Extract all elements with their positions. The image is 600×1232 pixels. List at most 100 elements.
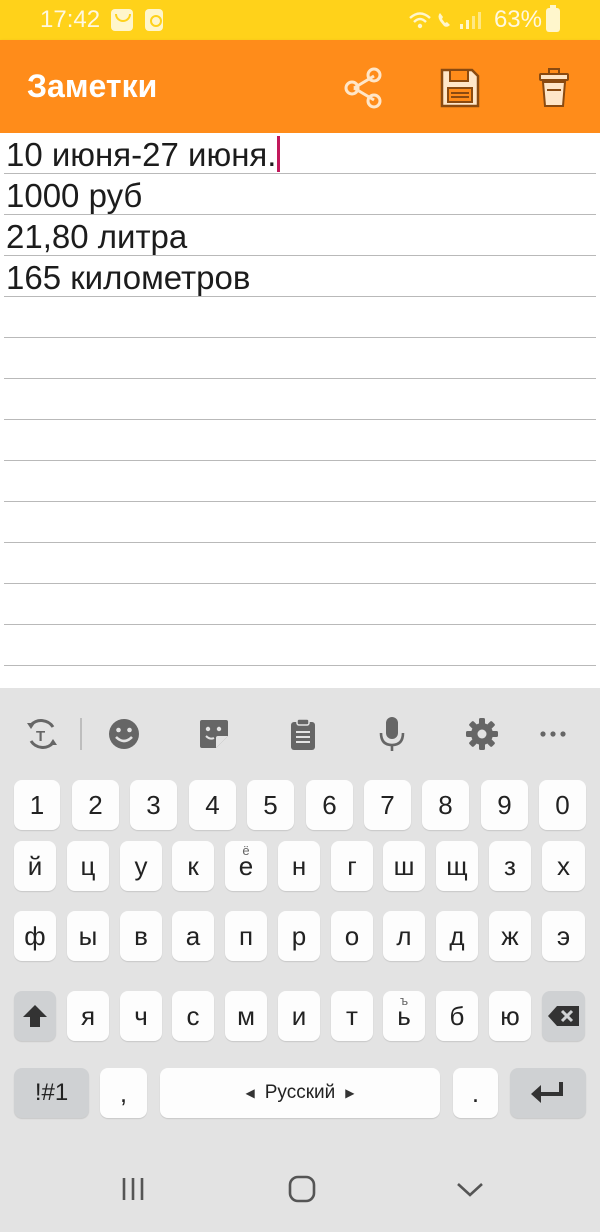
clipboard-button[interactable] — [283, 714, 323, 754]
key-а[interactable]: а — [172, 911, 214, 961]
text-cursor — [277, 136, 281, 173]
key-я[interactable]: я — [67, 991, 109, 1041]
comma-key[interactable]: , — [100, 1068, 147, 1118]
key-щ[interactable]: щ — [436, 841, 478, 891]
text-convert-icon: T — [27, 719, 57, 749]
note-line[interactable] — [4, 297, 596, 338]
more-options-button[interactable] — [533, 714, 573, 754]
enter-key[interactable] — [510, 1068, 586, 1118]
key-э[interactable]: э — [542, 911, 585, 961]
key-п[interactable]: п — [225, 911, 267, 961]
key-г[interactable]: г — [331, 841, 373, 891]
key-и[interactable]: и — [278, 991, 320, 1041]
chevron-down-icon — [457, 1183, 483, 1197]
note-editor[interactable]: 10 июня-27 июня. 1000 руб 21,80 литра 16… — [0, 133, 600, 688]
delete-icon — [539, 68, 569, 107]
note-line[interactable] — [4, 543, 596, 584]
mail-notification-icon — [111, 9, 133, 31]
language-next-icon: ▶ — [345, 1086, 355, 1100]
settings-icon — [466, 718, 498, 750]
status-time: 17:42 — [40, 6, 101, 33]
home-icon — [288, 1175, 316, 1203]
recent-apps-button[interactable] — [113, 1173, 153, 1205]
note-line[interactable]: 21,80 литра — [4, 215, 596, 256]
key-4[interactable]: 4 — [189, 780, 236, 830]
note-line[interactable]: 165 километров — [4, 256, 596, 297]
battery-percent: 63% — [493, 6, 542, 33]
keyboard-settings-button[interactable] — [462, 714, 502, 754]
svg-text:T: T — [36, 728, 45, 745]
key-т[interactable]: т — [331, 991, 373, 1041]
period-key[interactable]: . — [453, 1068, 498, 1118]
key-ь[interactable]: ъь — [383, 991, 425, 1041]
space-key[interactable]: ◀ Русский ▶ — [160, 1068, 440, 1118]
key-1[interactable]: 1 — [14, 780, 60, 830]
key-л[interactable]: л — [383, 911, 425, 961]
voice-input-button[interactable] — [372, 714, 412, 754]
key-в[interactable]: в — [120, 911, 162, 961]
key-0[interactable]: 0 — [539, 780, 586, 830]
save-icon — [440, 68, 480, 108]
key-к[interactable]: к — [172, 841, 214, 891]
text-convert-button[interactable]: T — [22, 714, 62, 754]
microphone-icon — [379, 717, 405, 751]
share-button[interactable] — [340, 64, 388, 112]
note-line[interactable] — [4, 584, 596, 625]
key-ц[interactable]: ц — [67, 841, 109, 891]
key-8[interactable]: 8 — [422, 780, 469, 830]
key-ч[interactable]: ч — [120, 991, 162, 1041]
note-line[interactable]: 10 июня-27 июня. — [4, 133, 596, 174]
key-ж[interactable]: ж — [489, 911, 531, 961]
key-о[interactable]: о — [331, 911, 373, 961]
key-ю[interactable]: ю — [489, 991, 531, 1041]
key-е[interactable]: ёе — [225, 841, 267, 891]
key-6[interactable]: 6 — [306, 780, 353, 830]
space-language-label: Русский — [264, 1082, 336, 1103]
key-hint: ё — [242, 843, 250, 858]
shift-icon — [23, 1005, 47, 1027]
note-line[interactable] — [4, 420, 596, 461]
battery-icon — [546, 5, 560, 32]
note-line[interactable]: 1000 руб — [4, 174, 596, 215]
share-icon — [344, 67, 382, 109]
key-х[interactable]: х — [542, 841, 585, 891]
key-б[interactable]: б — [436, 991, 478, 1041]
key-н[interactable]: н — [278, 841, 320, 891]
back-button[interactable] — [450, 1173, 490, 1205]
recent-apps-icon — [122, 1178, 144, 1200]
key-ы[interactable]: ы — [67, 911, 109, 961]
backspace-key[interactable] — [542, 991, 585, 1041]
key-2[interactable]: 2 — [72, 780, 119, 830]
note-line[interactable] — [4, 461, 596, 502]
symbols-key[interactable]: !#1 — [14, 1068, 89, 1118]
shift-key[interactable] — [14, 991, 56, 1041]
key-м[interactable]: м — [225, 991, 267, 1041]
navigation-bar — [0, 1143, 600, 1232]
key-с[interactable]: с — [172, 991, 214, 1041]
key-з[interactable]: з — [489, 841, 531, 891]
language-prev-icon: ◀ — [245, 1086, 255, 1100]
note-line[interactable] — [4, 379, 596, 420]
key-ф[interactable]: ф — [14, 911, 56, 961]
key-у[interactable]: у — [120, 841, 162, 891]
delete-button[interactable] — [530, 64, 578, 112]
more-icon — [540, 731, 566, 737]
key-ш[interactable]: ш — [383, 841, 425, 891]
emoji-button[interactable] — [104, 714, 144, 754]
key-р[interactable]: р — [278, 911, 320, 961]
note-line[interactable] — [4, 338, 596, 379]
key-9[interactable]: 9 — [481, 780, 528, 830]
key-д[interactable]: д — [436, 911, 478, 961]
note-line[interactable] — [4, 502, 596, 543]
app-bar: Заметки — [0, 40, 600, 133]
enter-icon — [531, 1082, 563, 1103]
key-5[interactable]: 5 — [247, 780, 294, 830]
note-line[interactable] — [4, 625, 596, 666]
key-3[interactable]: 3 — [130, 780, 177, 830]
sticker-button[interactable] — [194, 714, 234, 754]
signal-icon — [409, 12, 481, 29]
save-button[interactable] — [436, 64, 484, 112]
key-й[interactable]: й — [14, 841, 56, 891]
home-button[interactable] — [282, 1173, 322, 1205]
key-7[interactable]: 7 — [364, 780, 411, 830]
